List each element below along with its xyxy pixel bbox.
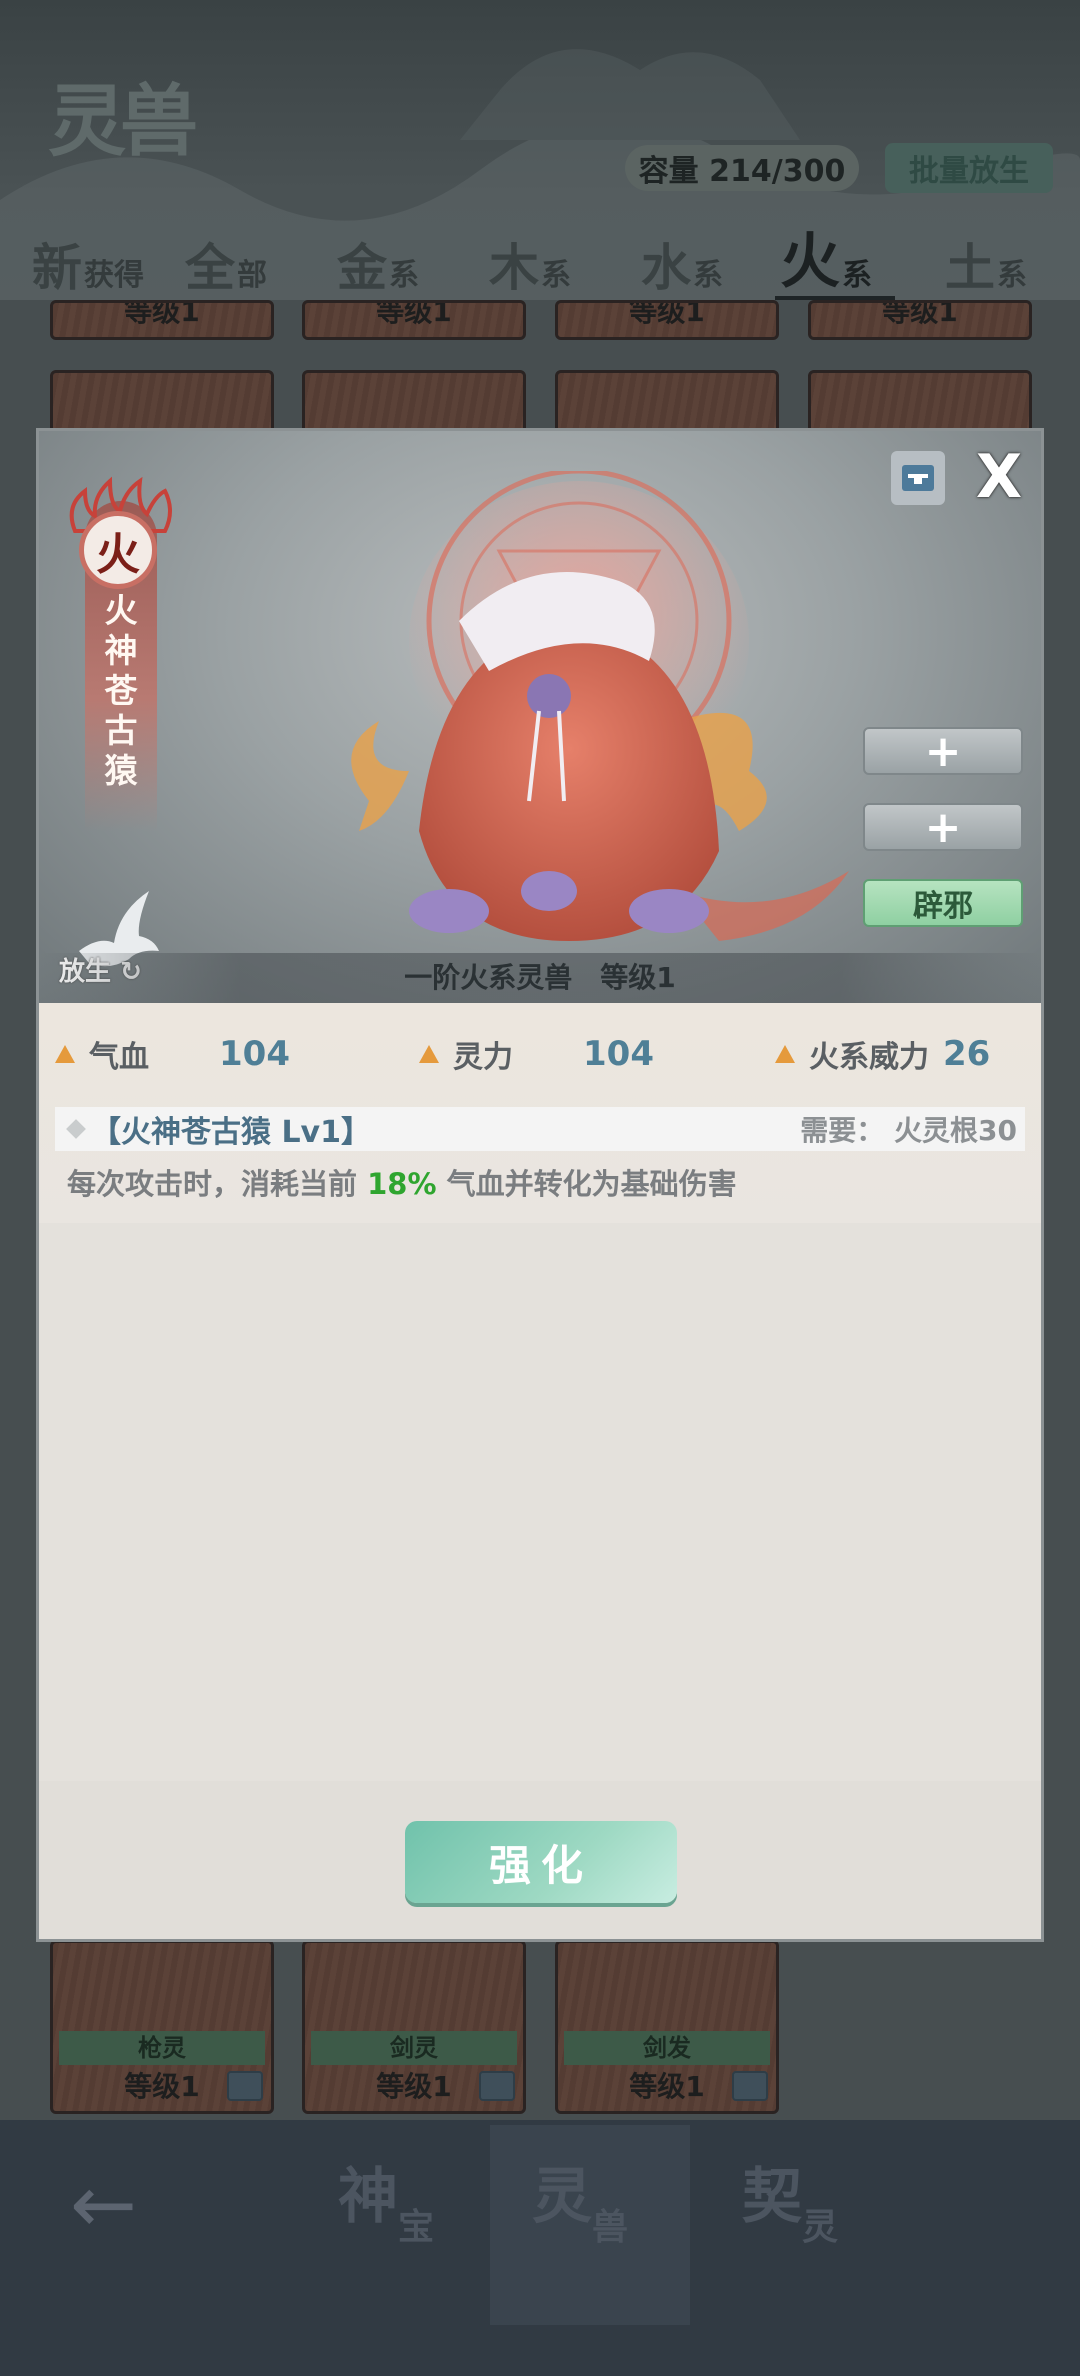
back-arrow-icon[interactable]: ←	[70, 2165, 160, 2245]
tab-earth-big: 土	[945, 238, 995, 297]
card-badge-icon	[732, 2071, 768, 2101]
tab-new[interactable]: 新获得	[32, 220, 144, 300]
batch-release-button[interactable]: 批量放生	[885, 143, 1053, 193]
capacity-indicator: 容量 214/300	[625, 145, 859, 191]
beast-card[interactable]	[302, 370, 526, 436]
tab-earth[interactable]: 土系	[945, 220, 1027, 300]
nav-contract-spirit[interactable]: 契灵	[742, 2148, 838, 2268]
beast-card[interactable]: 等级1	[302, 300, 526, 340]
stat-spirit: 灵力 104	[419, 1029, 654, 1079]
close-button[interactable]: X	[969, 445, 1029, 509]
nav-contract-spirit-big: 契	[742, 2162, 802, 2232]
skill-desc-before: 每次攻击时，消耗当前	[67, 1167, 358, 1201]
beast-card[interactable]	[555, 370, 779, 436]
diamond-icon	[66, 1119, 86, 1139]
nav-spirit-beast-small: 兽	[592, 2206, 629, 2248]
beast-card[interactable]: 剑灵 等级1	[302, 1940, 526, 2114]
tab-fire[interactable]: 火系	[780, 220, 872, 300]
tab-fire-small: 系	[842, 258, 872, 293]
nav-contract-spirit-small: 灵	[802, 2206, 839, 2248]
beast-detail-modal: 火 火神苍古猿 X + + 辟邪 放生 ↻ 一阶火系灵兽等级1 气血 104 灵…	[36, 428, 1044, 1942]
tab-water[interactable]: 水系	[641, 220, 723, 300]
card-art	[53, 373, 271, 433]
beast-illustration	[351, 471, 849, 941]
stat-fire-power: 火系威力 26	[775, 1029, 990, 1079]
card-level: 等级1	[376, 300, 452, 328]
tab-wood-small: 系	[541, 258, 571, 293]
ward-evil-button[interactable]: 辟邪	[863, 879, 1023, 927]
tab-metal-big: 金	[337, 238, 387, 297]
card-name: 剑灵	[311, 2031, 517, 2065]
beast-name-vertical: 火神苍古猿	[104, 591, 138, 790]
card-name: 剑发	[564, 2031, 770, 2065]
nav-divine-treasure[interactable]: 神宝	[338, 2148, 434, 2268]
card-level: 等级1	[882, 300, 958, 328]
tab-water-small: 系	[693, 258, 723, 293]
card-level: 等级1	[124, 300, 200, 328]
beast-card[interactable]: 等级1	[50, 300, 274, 340]
card-badge-icon	[227, 2071, 263, 2101]
tab-metal[interactable]: 金系	[337, 220, 419, 300]
archive-icon[interactable]	[891, 451, 945, 505]
tab-earth-small: 系	[997, 258, 1027, 293]
app-logo: 灵兽	[20, 40, 220, 190]
stat-hp-value: 104	[219, 1034, 290, 1074]
stat-hp: 气血 104	[55, 1029, 290, 1079]
card-art	[305, 373, 523, 433]
modal-body	[39, 1231, 1041, 1731]
nav-divine-treasure-big: 神	[338, 2162, 398, 2232]
card-level: 等级1	[629, 300, 705, 328]
tab-new-small: 获得	[84, 258, 144, 293]
stat-fire-power-label: 火系威力	[809, 1040, 929, 1075]
skill-desc-after: 气血并转化为基础伤害	[446, 1167, 737, 1201]
tab-all-big: 全	[185, 238, 235, 297]
skill-header: 【火神苍古猿 Lv1】 需要： 火灵根30	[55, 1107, 1025, 1151]
beast-card[interactable]: 等级1	[808, 300, 1032, 340]
add-slot-button-1[interactable]: +	[863, 726, 1023, 777]
add-slot-button-2[interactable]: +	[863, 802, 1023, 853]
logo-text: 灵兽	[47, 76, 198, 167]
upgrade-arrow-icon	[419, 1045, 439, 1063]
stat-spirit-label: 灵力	[453, 1040, 513, 1075]
beast-card[interactable]	[808, 370, 1032, 436]
element-tabs: 新获得 全部 金系 木系 水系 火系 土系	[0, 220, 1080, 300]
card-badge-icon	[479, 2071, 515, 2101]
tab-wood[interactable]: 木系	[489, 220, 571, 300]
tab-all-small: 部	[237, 258, 267, 293]
beast-level: 等级1	[600, 961, 676, 994]
upgrade-arrow-icon	[55, 1045, 75, 1063]
skill-name: 【火神苍古猿 Lv1】	[91, 1115, 371, 1150]
card-name: 枪灵	[59, 2031, 265, 2065]
tab-wood-big: 木	[489, 238, 539, 297]
tab-new-big: 新	[32, 238, 82, 297]
skill-description: 每次攻击时，消耗当前 18% 气血并转化为基础伤害	[67, 1161, 737, 1203]
archive-glyph	[902, 465, 934, 491]
tab-water-big: 水	[641, 238, 691, 297]
stat-hp-label: 气血	[89, 1040, 149, 1075]
beast-caption: 一阶火系灵兽 等级1	[39, 953, 1041, 1003]
beast-card[interactable]: 等级1	[555, 300, 779, 340]
nav-spirit-beast-big: 灵	[532, 2162, 592, 2232]
stat-fire-power-value: 26	[943, 1034, 991, 1074]
tab-metal-small: 系	[389, 258, 419, 293]
beast-card[interactable]: 剑发 等级1	[555, 1940, 779, 2114]
tab-fire-big: 火	[780, 227, 840, 297]
beast-rank: 一阶火系灵兽	[404, 961, 573, 994]
card-art	[811, 373, 1029, 433]
nav-spirit-beast[interactable]: 灵兽	[532, 2148, 628, 2268]
upgrade-arrow-icon	[775, 1045, 795, 1063]
beast-card[interactable]: 枪灵 等级1	[50, 1940, 274, 2114]
tab-all[interactable]: 全部	[185, 220, 267, 300]
skill-requirement: 需要： 火灵根30	[800, 1114, 1017, 1147]
nav-divine-treasure-small: 宝	[398, 2206, 435, 2248]
card-art	[558, 373, 776, 433]
skill-desc-highlight: 18%	[367, 1167, 437, 1201]
fire-element-badge: 火	[79, 511, 157, 589]
stat-spirit-value: 104	[583, 1034, 654, 1074]
enhance-button[interactable]: 强化	[405, 1821, 677, 1903]
beast-card[interactable]	[50, 370, 274, 436]
